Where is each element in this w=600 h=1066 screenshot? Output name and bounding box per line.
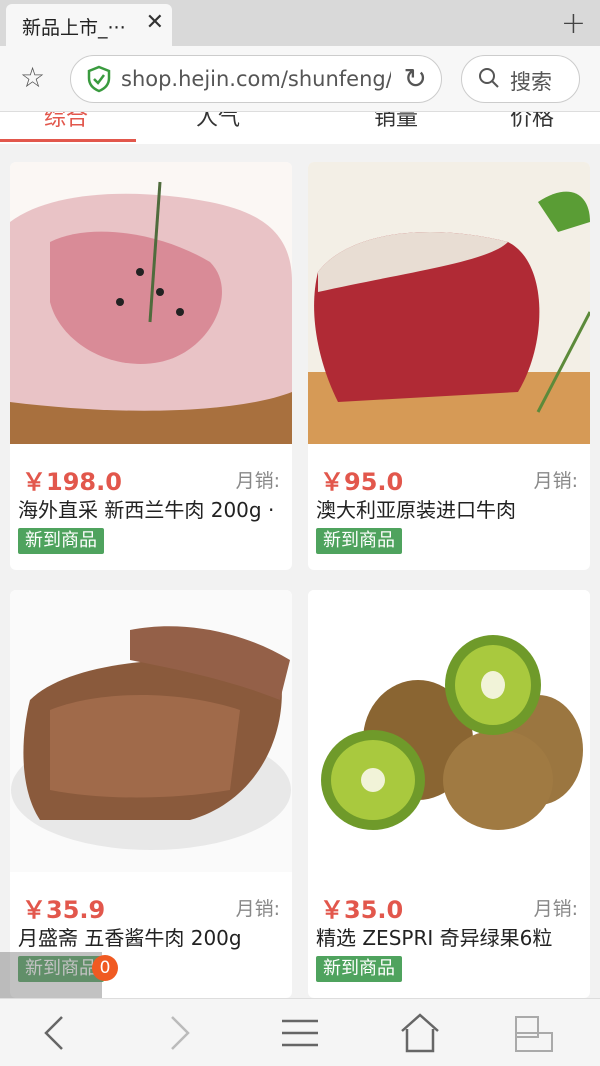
url-field[interactable]: shop.hejin.com/shunfeng/··· ↻	[70, 55, 442, 103]
product-price: ￥35.0	[320, 896, 404, 924]
bottom-nav-bar	[0, 998, 600, 1066]
product-name: 海外直采 新西兰牛肉 200g ·	[18, 498, 275, 522]
new-product-badge: 新到商品	[316, 528, 402, 554]
url-text: shop.hejin.com/shunfeng/···	[121, 67, 391, 91]
tabs-icon[interactable]	[512, 1011, 556, 1055]
tab-title: 新品上市_···	[22, 17, 126, 39]
product-image	[308, 590, 590, 872]
product-price: ￥95.0	[320, 468, 404, 496]
sort-tab-popularity[interactable]: 人气	[196, 112, 240, 132]
product-image	[10, 590, 292, 872]
sort-tab-overall[interactable]: 综合	[44, 112, 88, 132]
counter-badge: 0	[92, 955, 118, 981]
product-price: ￥198.0	[22, 468, 122, 496]
new-product-badge: 新到商品	[316, 956, 402, 982]
product-price: ￥35.9	[22, 896, 106, 924]
product-image	[10, 162, 292, 444]
monthly-sales-label: 月销:	[235, 470, 280, 492]
search-label: 搜索	[510, 70, 552, 94]
browser-tab[interactable]: 新品上市_··· ✕	[6, 4, 172, 46]
product-name: 澳大利亚原装进口牛肉	[316, 498, 516, 522]
sort-tab-price[interactable]: 价格	[510, 112, 554, 132]
forward-icon[interactable]	[156, 1011, 200, 1055]
product-name: 月盛斋 五香酱牛肉 200g	[18, 926, 242, 950]
new-tab-icon[interactable]: +	[561, 6, 586, 41]
product-card[interactable]: ￥198.0 月销: 海外直采 新西兰牛肉 200g · 新到商品	[10, 162, 292, 570]
search-button[interactable]: 搜索	[461, 55, 580, 103]
floating-counter[interactable]	[0, 952, 102, 998]
sort-tab-sales[interactable]: 销量	[374, 112, 418, 132]
product-name: 精选 ZESPRI 奇异绿果6粒	[316, 926, 553, 950]
shield-icon	[87, 65, 111, 93]
monthly-sales-label: 月销:	[533, 470, 578, 492]
sort-active-underline	[0, 139, 136, 142]
product-image	[308, 162, 590, 444]
product-card[interactable]: ￥95.0 月销: 澳大利亚原装进口牛肉 新到商品	[308, 162, 590, 570]
product-card[interactable]: ￥35.0 月销: 精选 ZESPRI 奇异绿果6粒 新到商品	[308, 590, 590, 998]
browser-tab-bar: 新品上市_··· ✕ +	[0, 0, 600, 46]
home-icon[interactable]	[398, 1011, 442, 1055]
address-bar: ☆ shop.hejin.com/shunfeng/··· ↻ 搜索	[0, 46, 600, 112]
reload-icon[interactable]: ↻	[404, 62, 427, 95]
monthly-sales-label: 月销:	[235, 898, 280, 920]
menu-icon[interactable]	[278, 1011, 322, 1055]
monthly-sales-label: 月销:	[533, 898, 578, 920]
close-icon[interactable]: ✕	[146, 10, 164, 35]
back-icon[interactable]	[34, 1011, 78, 1055]
star-icon[interactable]: ☆	[20, 61, 45, 94]
new-product-badge: 新到商品	[18, 528, 104, 554]
search-icon	[479, 68, 499, 88]
product-card[interactable]: ￥35.9 月销: 月盛斋 五香酱牛肉 200g 新到商品	[10, 590, 292, 998]
